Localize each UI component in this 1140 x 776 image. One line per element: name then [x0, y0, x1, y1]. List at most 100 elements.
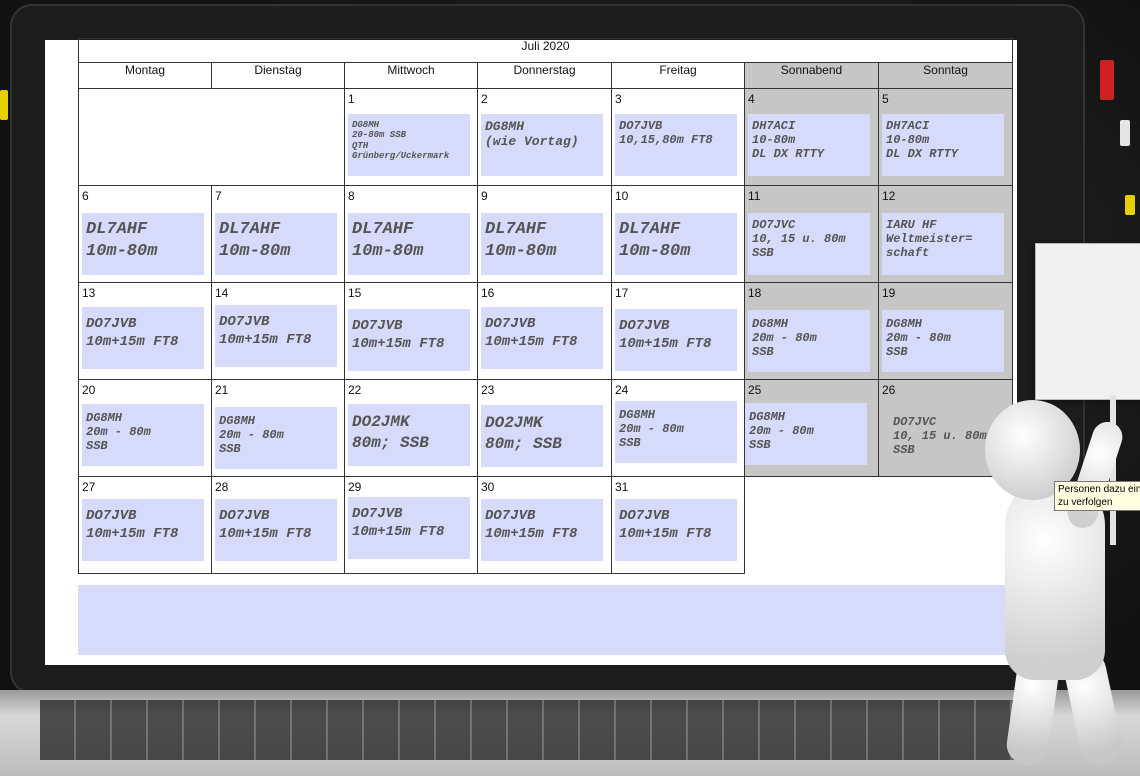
notes-box[interactable]: [78, 585, 1016, 655]
laptop-keys: [40, 700, 1040, 760]
day-number: 22: [348, 383, 362, 397]
event-entry[interactable]: DO7JVB 10m+15m FT8: [348, 497, 470, 559]
event-entry[interactable]: DL7AHF 10m-80m: [615, 213, 737, 275]
event-entry[interactable]: DG8MH (wie Vortag): [481, 114, 603, 176]
day-number: 20: [82, 383, 96, 397]
event-entry[interactable]: DL7AHF 10m-80m: [82, 213, 204, 275]
day-number: 28: [215, 480, 229, 494]
day-cell-weekend[interactable]: 19 DG8MH 20m - 80m SSB: [877, 282, 1014, 380]
day-number: 16: [481, 286, 495, 300]
day-cell[interactable]: 2 DG8MH (wie Vortag): [477, 88, 612, 186]
calendar-table: Juli 2020 Montag Dienstag Mittwoch Donne…: [77, 38, 1014, 574]
day-cell-weekend[interactable]: 25 DG8MH 20m - 80m SSB: [744, 379, 879, 477]
tooltip: Personen dazu ein zu verfolgen: [1054, 481, 1140, 511]
day-cell[interactable]: 1 DG8MH 20-80m SSB QTH Grünberg/Uckermar…: [344, 88, 478, 186]
day-number: 14: [215, 286, 229, 300]
chalk-decoration: [1125, 195, 1135, 215]
event-entry[interactable]: DG8MH 20m - 80m SSB: [882, 310, 1004, 372]
event-entry[interactable]: IARU HF Weltmeister= schaft: [882, 213, 1004, 275]
day-cell[interactable]: 15 DO7JVB 10m+15m FT8: [344, 282, 478, 380]
day-cell-empty: [78, 88, 212, 186]
day-cell-weekend[interactable]: 18 DG8MH 20m - 80m SSB: [744, 282, 879, 380]
day-cell-weekend[interactable]: 4 DH7ACI 10-80m DL DX RTTY: [744, 88, 879, 186]
event-entry[interactable]: DO7JVB 10,15,80m FT8: [615, 114, 737, 176]
day-cell-weekend[interactable]: 12 IARU HF Weltmeister= schaft: [877, 185, 1014, 283]
event-entry[interactable]: DO7JVB 10m+15m FT8: [215, 499, 337, 561]
day-number: 19: [882, 286, 896, 300]
event-entry[interactable]: DO7JVC 10, 15 u. 80m SSB: [748, 213, 870, 275]
day-cell[interactable]: 23 DO2JMK 80m; SSB: [477, 379, 612, 477]
event-entry[interactable]: DO2JMK 80m; SSB: [348, 404, 470, 466]
day-number: 4: [748, 92, 755, 106]
day-cell[interactable]: 24 DG8MH 20m - 80m SSB: [611, 379, 745, 477]
day-number: 1: [348, 92, 355, 106]
event-entry[interactable]: DO7JVB 10m+15m FT8: [348, 309, 470, 371]
chalk-decoration: [1120, 120, 1130, 146]
event-entry[interactable]: DL7AHF 10m-80m: [348, 213, 470, 275]
day-cell[interactable]: 30 DO7JVB 10m+15m FT8: [477, 476, 612, 574]
day-cell[interactable]: 22 DO2JMK 80m; SSB: [344, 379, 478, 477]
day-cell[interactable]: 6 DL7AHF 10m-80m: [78, 185, 212, 283]
day-cell[interactable]: 8 DL7AHF 10m-80m: [344, 185, 478, 283]
event-entry[interactable]: DG8MH 20m - 80m SSB: [748, 310, 870, 372]
day-cell-empty: [211, 88, 345, 186]
day-number: 3: [615, 92, 622, 106]
day-cell[interactable]: 31 DO7JVB 10m+15m FT8: [611, 476, 745, 574]
weekday-header-sonntag: Sonntag: [877, 62, 1014, 89]
day-number: 31: [615, 480, 629, 494]
event-entry[interactable]: DL7AHF 10m-80m: [481, 213, 603, 275]
day-number: 2: [481, 92, 488, 106]
day-cell[interactable]: 17 DO7JVB 10m+15m FT8: [611, 282, 745, 380]
day-number: 9: [481, 189, 488, 203]
day-number: 6: [82, 189, 89, 203]
weekday-header-freitag: Freitag: [611, 62, 745, 89]
day-cell[interactable]: 9 DL7AHF 10m-80m: [477, 185, 612, 283]
event-entry[interactable]: DG8MH 20-80m SSB QTH Grünberg/Uckermark: [348, 114, 470, 176]
event-entry[interactable]: DO7JVB 10m+15m FT8: [82, 499, 204, 561]
day-cell[interactable]: 10 DL7AHF 10m-80m: [611, 185, 745, 283]
day-cell[interactable]: 20 DG8MH 20m - 80m SSB: [78, 379, 212, 477]
day-cell[interactable]: 27 DO7JVB 10m+15m FT8: [78, 476, 212, 574]
weekday-header-donnerstag: Donnerstag: [477, 62, 612, 89]
event-entry[interactable]: DO7JVB 10m+15m FT8: [615, 309, 737, 371]
day-cell-weekend[interactable]: 11 DO7JVC 10, 15 u. 80m SSB: [744, 185, 879, 283]
event-entry[interactable]: DG8MH 20m - 80m SSB: [615, 401, 737, 463]
day-cell-empty: [744, 476, 1013, 574]
event-entry[interactable]: DO7JVB 10m+15m FT8: [481, 499, 603, 561]
weekday-header-sonnabend: Sonnabend: [744, 62, 879, 89]
event-entry[interactable]: DO7JVB 10m+15m FT8: [615, 499, 737, 561]
day-number: 24: [615, 383, 629, 397]
weekday-header-mittwoch: Mittwoch: [344, 62, 478, 89]
day-cell[interactable]: 13 DO7JVB 10m+15m FT8: [78, 282, 212, 380]
event-entry[interactable]: DG8MH 20m - 80m SSB: [215, 407, 337, 469]
day-number: 23: [481, 383, 495, 397]
event-entry[interactable]: DO7JVB 10m+15m FT8: [481, 307, 603, 369]
event-entry[interactable]: DG8MH 20m - 80m SSB: [745, 403, 867, 465]
day-cell[interactable]: 21 DG8MH 20m - 80m SSB: [211, 379, 345, 477]
event-entry[interactable]: DG8MH 20m - 80m SSB: [82, 404, 204, 466]
day-number: 25: [748, 383, 762, 397]
day-number: 30: [481, 480, 495, 494]
day-cell[interactable]: 7 DL7AHF 10m-80m: [211, 185, 345, 283]
day-cell[interactable]: 3 DO7JVB 10,15,80m FT8: [611, 88, 745, 186]
weekday-header-montag: Montag: [78, 62, 212, 89]
day-number: 18: [748, 286, 762, 300]
day-cell[interactable]: 29 DO7JVB 10m+15m FT8: [344, 476, 478, 574]
day-number: 29: [348, 480, 362, 494]
event-entry[interactable]: DO7JVB 10m+15m FT8: [215, 305, 337, 367]
event-entry[interactable]: DH7ACI 10-80m DL DX RTTY: [748, 114, 870, 176]
day-number: 13: [82, 286, 96, 300]
weekday-header-dienstag: Dienstag: [211, 62, 345, 89]
day-cell[interactable]: 14 DO7JVB 10m+15m FT8: [211, 282, 345, 380]
chalk-decoration: [1100, 60, 1114, 100]
event-entry[interactable]: DO2JMK 80m; SSB: [481, 405, 603, 467]
day-cell-weekend[interactable]: 5 DH7ACI 10-80m DL DX RTTY: [877, 88, 1014, 186]
event-entry[interactable]: DH7ACI 10-80m DL DX RTTY: [882, 114, 1004, 176]
chalk-decoration: [0, 90, 8, 120]
day-cell[interactable]: 28 DO7JVB 10m+15m FT8: [211, 476, 345, 574]
day-number: 5: [882, 92, 889, 106]
event-entry[interactable]: DO7JVB 10m+15m FT8: [82, 307, 204, 369]
day-cell[interactable]: 16 DO7JVB 10m+15m FT8: [477, 282, 612, 380]
tooltip-line: zu verfolgen: [1058, 497, 1113, 508]
event-entry[interactable]: DL7AHF 10m-80m: [215, 213, 337, 275]
